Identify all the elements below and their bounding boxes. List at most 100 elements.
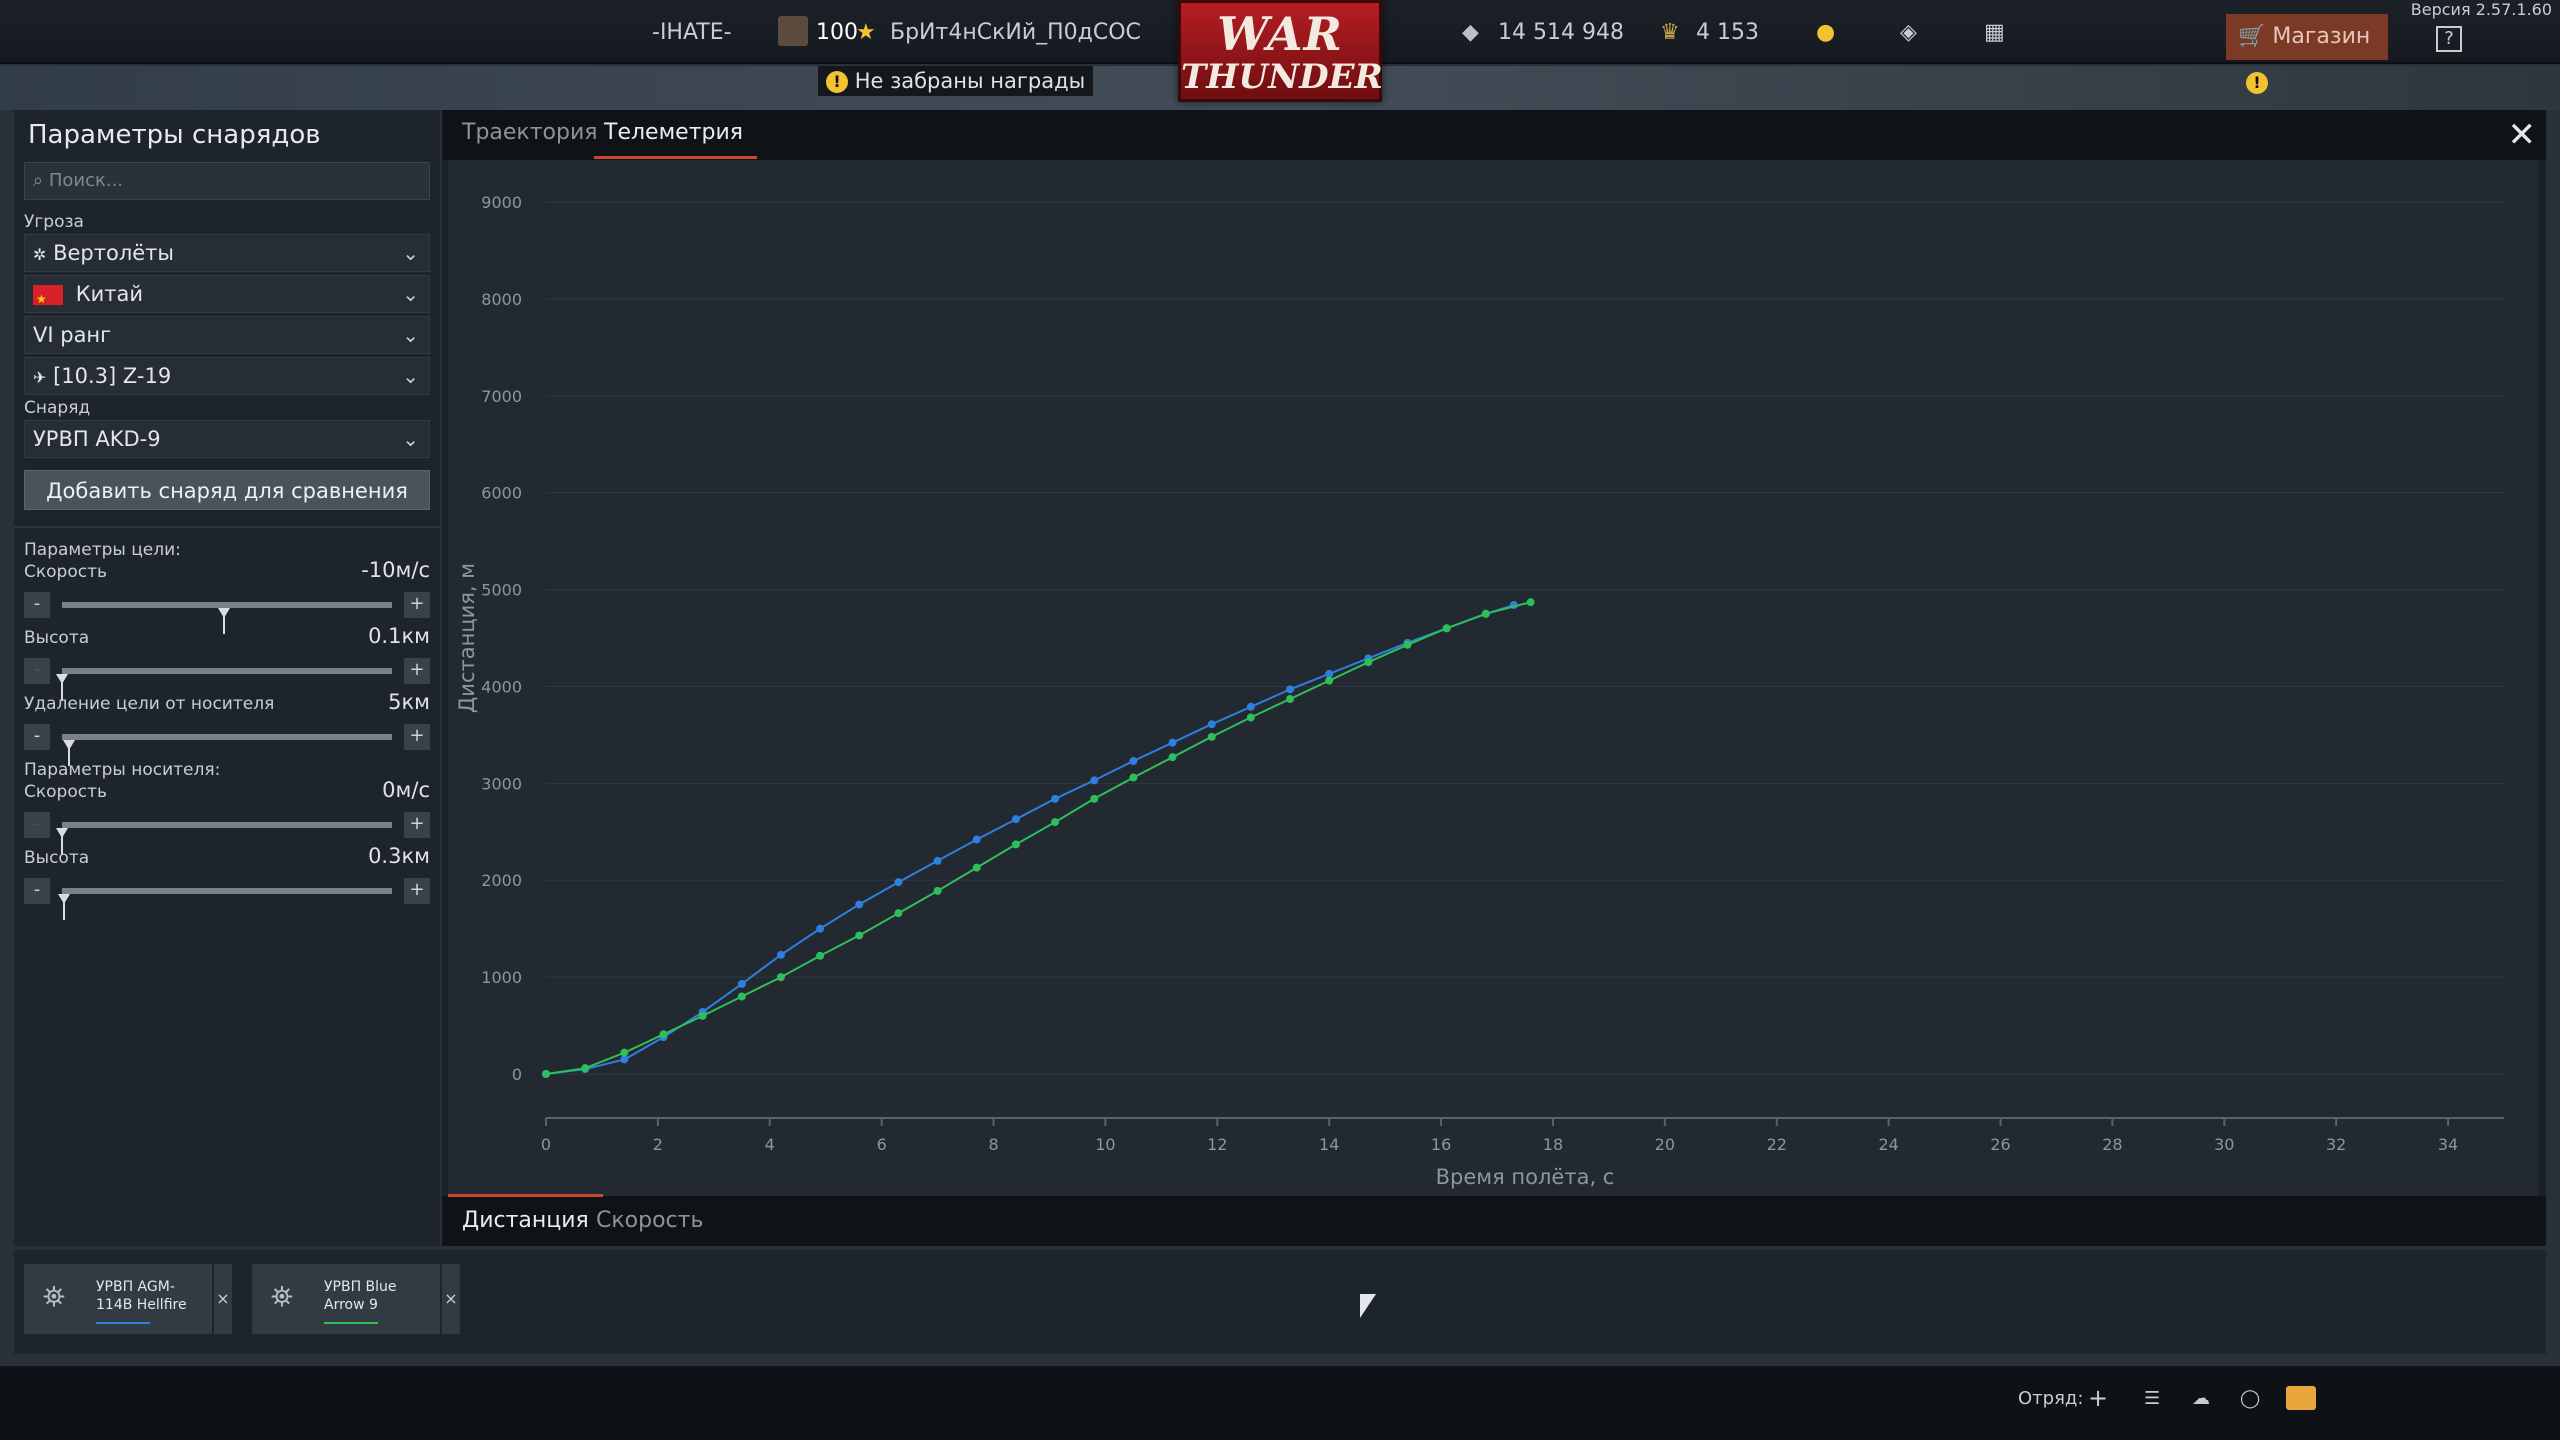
y-tick-label: 6000: [481, 484, 522, 503]
decrease-button[interactable]: -: [24, 812, 50, 838]
data-point: [1286, 695, 1295, 704]
data-point: [855, 900, 864, 909]
data-point: [1051, 818, 1060, 827]
add-shell-compare-button[interactable]: Добавить снаряд для сравнения: [24, 470, 430, 510]
slider-track[interactable]: [62, 734, 392, 766]
increase-button[interactable]: +: [404, 658, 430, 684]
slider-thumb[interactable]: [56, 674, 68, 700]
slider-thumb[interactable]: [217, 608, 230, 634]
carrier-speed-label: Скорость: [24, 782, 107, 802]
squadron-tag[interactable]: -IHATE-: [652, 20, 732, 45]
data-point: [1090, 776, 1099, 785]
coupon-icon[interactable]: ▦: [1984, 20, 2005, 45]
war-thunder-logo[interactable]: WAR THUNDER: [1178, 0, 1383, 102]
y-tick-label: 3000: [481, 774, 522, 793]
carrier-height-slider[interactable]: - +: [24, 872, 430, 920]
data-point: [1051, 794, 1060, 803]
target-speed-slider[interactable]: - +: [24, 586, 430, 634]
carrier-height-row: Высота 0.3км: [24, 844, 430, 872]
data-point: [1246, 702, 1255, 711]
slider-track[interactable]: [62, 602, 392, 634]
diamond-icon[interactable]: ◈: [1900, 20, 1917, 45]
data-point: [581, 1064, 590, 1073]
carrier-speed-slider[interactable]: - +: [24, 806, 430, 854]
y-tick-label: 0: [512, 1065, 522, 1084]
decrease-button[interactable]: -: [24, 724, 50, 750]
data-point: [855, 931, 864, 940]
slider-track[interactable]: [56, 822, 392, 854]
target-distance-slider[interactable]: - +: [24, 718, 430, 766]
add-squad-icon[interactable]: +: [2088, 1384, 2108, 1412]
search-input[interactable]: ⌕ Поиск...: [24, 162, 430, 200]
tab-distance[interactable]: Дистанция: [448, 1194, 603, 1233]
decrease-button[interactable]: -: [24, 878, 50, 904]
rank-select[interactable]: VI ранг ⌄: [24, 316, 430, 354]
tab-speed[interactable]: Скорость: [596, 1208, 703, 1233]
mail-icon[interactable]: [2286, 1386, 2316, 1410]
country-select[interactable]: Китай ⌄: [24, 275, 430, 317]
tab-telemetry[interactable]: Телеметрия: [593, 120, 758, 159]
carrier-speed-row: Скорость 0м/с: [24, 778, 430, 806]
y-axis-label: Дистанция, м: [455, 563, 479, 713]
target-distance-label: Удаление цели от носителя: [24, 694, 275, 714]
data-point: [1168, 738, 1177, 747]
compare-card[interactable]: ⛯ УРВП AGM-114B Hellfire ×: [24, 1264, 232, 1334]
squad-label: Отряд:: [2018, 1388, 2084, 1409]
contacts-icon[interactable]: ☁: [2192, 1388, 2210, 1409]
remove-compare-icon[interactable]: ×: [442, 1264, 460, 1334]
remove-compare-icon[interactable]: ×: [214, 1264, 232, 1334]
x-tick-label: 0: [541, 1135, 551, 1154]
compare-card-name: УРВП Blue Arrow 9: [324, 1279, 397, 1313]
chevron-down-icon: ⌄: [402, 241, 419, 265]
slider-track[interactable]: [57, 888, 392, 920]
vehicle-select[interactable]: ✈ [10.3] Z-19 ⌄: [24, 357, 430, 395]
data-point: [933, 886, 942, 895]
data-point: [816, 924, 825, 933]
target-height-label: Высота: [24, 628, 90, 648]
compare-card[interactable]: ⛯ УРВП Blue Arrow 9 ×: [252, 1264, 460, 1334]
series-color-line: [96, 1322, 150, 1324]
chat-icon[interactable]: ◯: [2240, 1388, 2260, 1409]
increase-button[interactable]: +: [404, 592, 430, 618]
shell-select[interactable]: УРВП AKD-9 ⌄: [24, 420, 430, 458]
increase-button[interactable]: +: [404, 812, 430, 838]
warning-icon: !: [826, 71, 848, 93]
y-tick-label: 7000: [481, 387, 522, 406]
decrease-button[interactable]: -: [24, 592, 50, 618]
help-button[interactable]: ?: [2436, 26, 2462, 52]
bulb-icon[interactable]: ●: [1816, 20, 1835, 45]
avatar[interactable]: [778, 16, 808, 46]
x-tick-label: 8: [988, 1135, 998, 1154]
data-point: [1207, 732, 1216, 741]
tab-trajectory[interactable]: Траектория: [462, 120, 597, 145]
bottom-bar: Отряд: + ☰ ☁ ◯: [0, 1366, 2560, 1440]
chevron-down-icon: ⌄: [402, 427, 419, 451]
data-point: [542, 1070, 550, 1078]
slider-thumb[interactable]: [62, 740, 75, 766]
target-distance-value: 5км: [388, 690, 430, 714]
threat-type-select[interactable]: ✲ Вертолёты ⌄: [24, 234, 430, 272]
unclaimed-rewards-notice[interactable]: ! Не забраны награды: [818, 66, 1094, 96]
target-height-slider[interactable]: - +: [24, 652, 430, 700]
increase-button[interactable]: +: [404, 878, 430, 904]
telemetry-chart: 0 1000 2000 3000 4000 5000 6000 7000 8000 9000 0 2 4…: [448, 160, 2538, 1206]
slider-track[interactable]: [56, 668, 392, 700]
increase-button[interactable]: +: [404, 724, 430, 750]
silver-lions-count[interactable]: 14 514 948: [1498, 20, 1624, 45]
panel-title: Параметры снарядов: [28, 120, 321, 150]
target-height-row: Высота 0.1км: [24, 624, 430, 652]
close-icon[interactable]: ✕: [2508, 118, 2537, 152]
list-icon[interactable]: ☰: [2144, 1388, 2160, 1409]
shop-label: Магазин: [2272, 24, 2371, 49]
slider-thumb[interactable]: [57, 894, 70, 920]
x-tick-label: 24: [1878, 1135, 1898, 1154]
data-point: [737, 992, 746, 1001]
slider-thumb[interactable]: [56, 828, 68, 854]
shop-button[interactable]: 🛒 Магазин !: [2226, 14, 2388, 94]
decrease-button[interactable]: -: [24, 658, 50, 684]
rewards-text: Не забраны награды: [854, 69, 1086, 93]
data-point: [1129, 757, 1138, 766]
telemetry-panel: Траектория Телеметрия ✕ 0 1000 2000 3000 400…: [442, 110, 2546, 1246]
player-nickname[interactable]: БрИт4нСкИй_П0дСОС: [890, 20, 1141, 45]
golden-eagles-count[interactable]: 4 153: [1696, 20, 1759, 45]
